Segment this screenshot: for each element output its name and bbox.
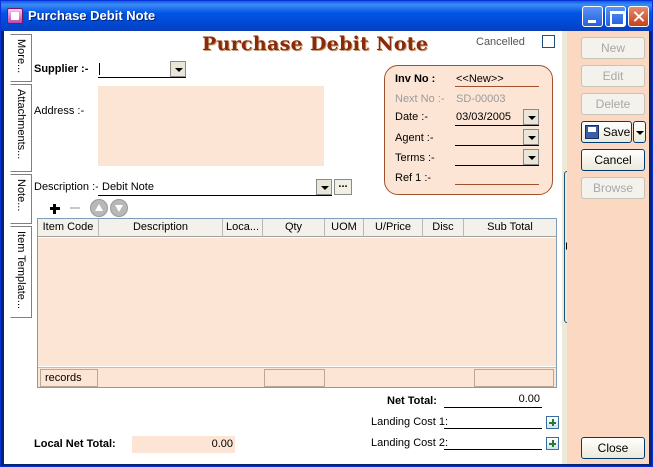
close-window-button[interactable] <box>628 6 649 27</box>
agent-dropdown-icon[interactable] <box>523 129 539 145</box>
tab-attachments-label: Attachments... <box>15 89 27 160</box>
grid-footer: records <box>38 367 556 387</box>
landing-cost2-add-icon[interactable] <box>546 437 559 450</box>
add-row-icon[interactable] <box>46 199 64 217</box>
delete-button[interactable]: Delete <box>581 93 645 115</box>
agent-label: Agent :- <box>395 132 434 144</box>
edit-button[interactable]: Edit <box>581 65 645 87</box>
tab-attachments[interactable]: Attachments... <box>10 84 32 172</box>
col-qty[interactable]: Qty <box>263 219 325 237</box>
save-label: Save <box>603 125 631 139</box>
col-unit-price[interactable]: U/Price <box>364 219 423 237</box>
next-no-label: Next No :- <box>395 93 445 105</box>
cancelled-checkbox[interactable] <box>542 35 555 48</box>
address-label: Address :- <box>34 105 85 117</box>
date-picker[interactable]: 03/03/2005 <box>455 109 539 126</box>
tab-more[interactable]: More... <box>10 34 32 82</box>
tab-note[interactable]: Note... <box>10 174 32 224</box>
maximize-button[interactable] <box>605 6 626 27</box>
title-bar[interactable]: Purchase Debit Note <box>1 1 652 31</box>
remove-row-icon[interactable] <box>66 199 84 217</box>
next-no-value: SD-00003 <box>456 93 506 105</box>
landing-cost2-field[interactable] <box>444 435 542 450</box>
terms-combo[interactable] <box>455 149 539 166</box>
description-combo[interactable]: Debit Note <box>98 179 332 196</box>
col-item-code[interactable]: Item Code <box>38 219 99 237</box>
landing-cost1-add-icon[interactable] <box>546 416 559 429</box>
col-location[interactable]: Loca... <box>223 219 263 237</box>
records-count: records <box>40 369 98 387</box>
side-tabs: More... Attachments... Note... Item Temp… <box>7 31 32 331</box>
supplier-label: Supplier :- <box>34 63 89 75</box>
tab-more-label: More... <box>15 39 27 74</box>
window-title: Purchase Debit Note <box>28 8 156 23</box>
supplier-dropdown-icon[interactable] <box>170 61 186 77</box>
cancel-button[interactable]: Cancel <box>581 149 645 171</box>
invoice-info-panel: Inv No : <<New>> Next No :- SD-00003 Dat… <box>384 65 553 195</box>
agent-combo[interactable] <box>455 129 539 146</box>
date-label: Date :- <box>395 111 429 123</box>
description-more-button[interactable]: ... <box>334 179 352 195</box>
col-uom[interactable]: UOM <box>325 219 364 237</box>
date-dropdown-icon[interactable] <box>523 109 539 125</box>
save-options-dropdown[interactable] <box>633 121 646 143</box>
inv-no-underline <box>455 86 539 87</box>
col-sub-total[interactable]: Sub Total <box>464 219 556 237</box>
tab-item-template-label: Item Template... <box>15 231 27 310</box>
inv-no-value: <<New>> <box>456 73 504 85</box>
landing-cost1-field[interactable] <box>444 414 542 429</box>
qty-total-cell <box>264 369 325 387</box>
records-label: records <box>45 372 82 384</box>
app-icon <box>7 8 23 24</box>
grid-body[interactable] <box>38 238 556 366</box>
tab-item-template[interactable]: Item Template... <box>10 226 32 318</box>
text-cursor <box>99 63 100 75</box>
page-title: Purchase Debit Note <box>202 33 429 55</box>
move-up-icon[interactable] <box>90 199 108 217</box>
purchase-debit-note-window: Purchase Debit Note More... Attachments.… <box>0 0 653 467</box>
col-disc[interactable]: Disc <box>423 219 464 237</box>
net-total-value: 0.00 <box>444 393 542 408</box>
floppy-disk-icon <box>585 125 599 139</box>
grid-header: Item Code Description Loca... Qty UOM U/… <box>38 219 556 237</box>
col-description[interactable]: Description <box>99 219 223 237</box>
cancelled-label: Cancelled <box>476 36 525 48</box>
description-label: Description :- <box>34 181 99 193</box>
local-net-total-value: 0.00 <box>132 436 235 453</box>
landing-cost1-label: Landing Cost 1: <box>371 416 449 428</box>
subtotal-total-cell <box>474 369 554 387</box>
date-value: 03/03/2005 <box>456 111 512 123</box>
supplier-combo[interactable] <box>98 61 186 78</box>
browse-button[interactable]: Browse <box>581 177 645 199</box>
save-button[interactable]: Save <box>581 121 632 143</box>
tab-note-label: Note... <box>15 179 27 212</box>
close-button[interactable]: Close <box>581 437 645 459</box>
ref1-field[interactable] <box>455 184 539 185</box>
description-value: Debit Note <box>102 181 154 193</box>
items-grid[interactable]: Item Code Description Loca... Qty UOM U/… <box>37 218 557 388</box>
new-button[interactable]: New <box>581 37 645 59</box>
local-net-total-label: Local Net Total: <box>34 438 116 450</box>
terms-label: Terms :- <box>395 152 435 164</box>
landing-cost2-label: Landing Cost 2: <box>371 437 449 449</box>
description-dropdown-icon[interactable] <box>316 179 332 195</box>
address-field[interactable] <box>98 86 324 166</box>
net-total-label: Net Total: <box>387 395 437 407</box>
inv-no-label: Inv No : <box>395 73 436 85</box>
terms-dropdown-icon[interactable] <box>523 149 539 165</box>
debit-note-form: Purchase Debit Note Cancelled Supplier :… <box>32 31 562 464</box>
client-area: More... Attachments... Note... Item Temp… <box>4 31 649 464</box>
minimize-button[interactable] <box>582 6 603 27</box>
ref1-label: Ref 1 :- <box>395 172 432 184</box>
move-down-icon[interactable] <box>110 199 128 217</box>
save-button-group: Save <box>581 121 647 143</box>
action-panel: New Edit Delete Save Cancel Browse Close <box>567 31 649 464</box>
